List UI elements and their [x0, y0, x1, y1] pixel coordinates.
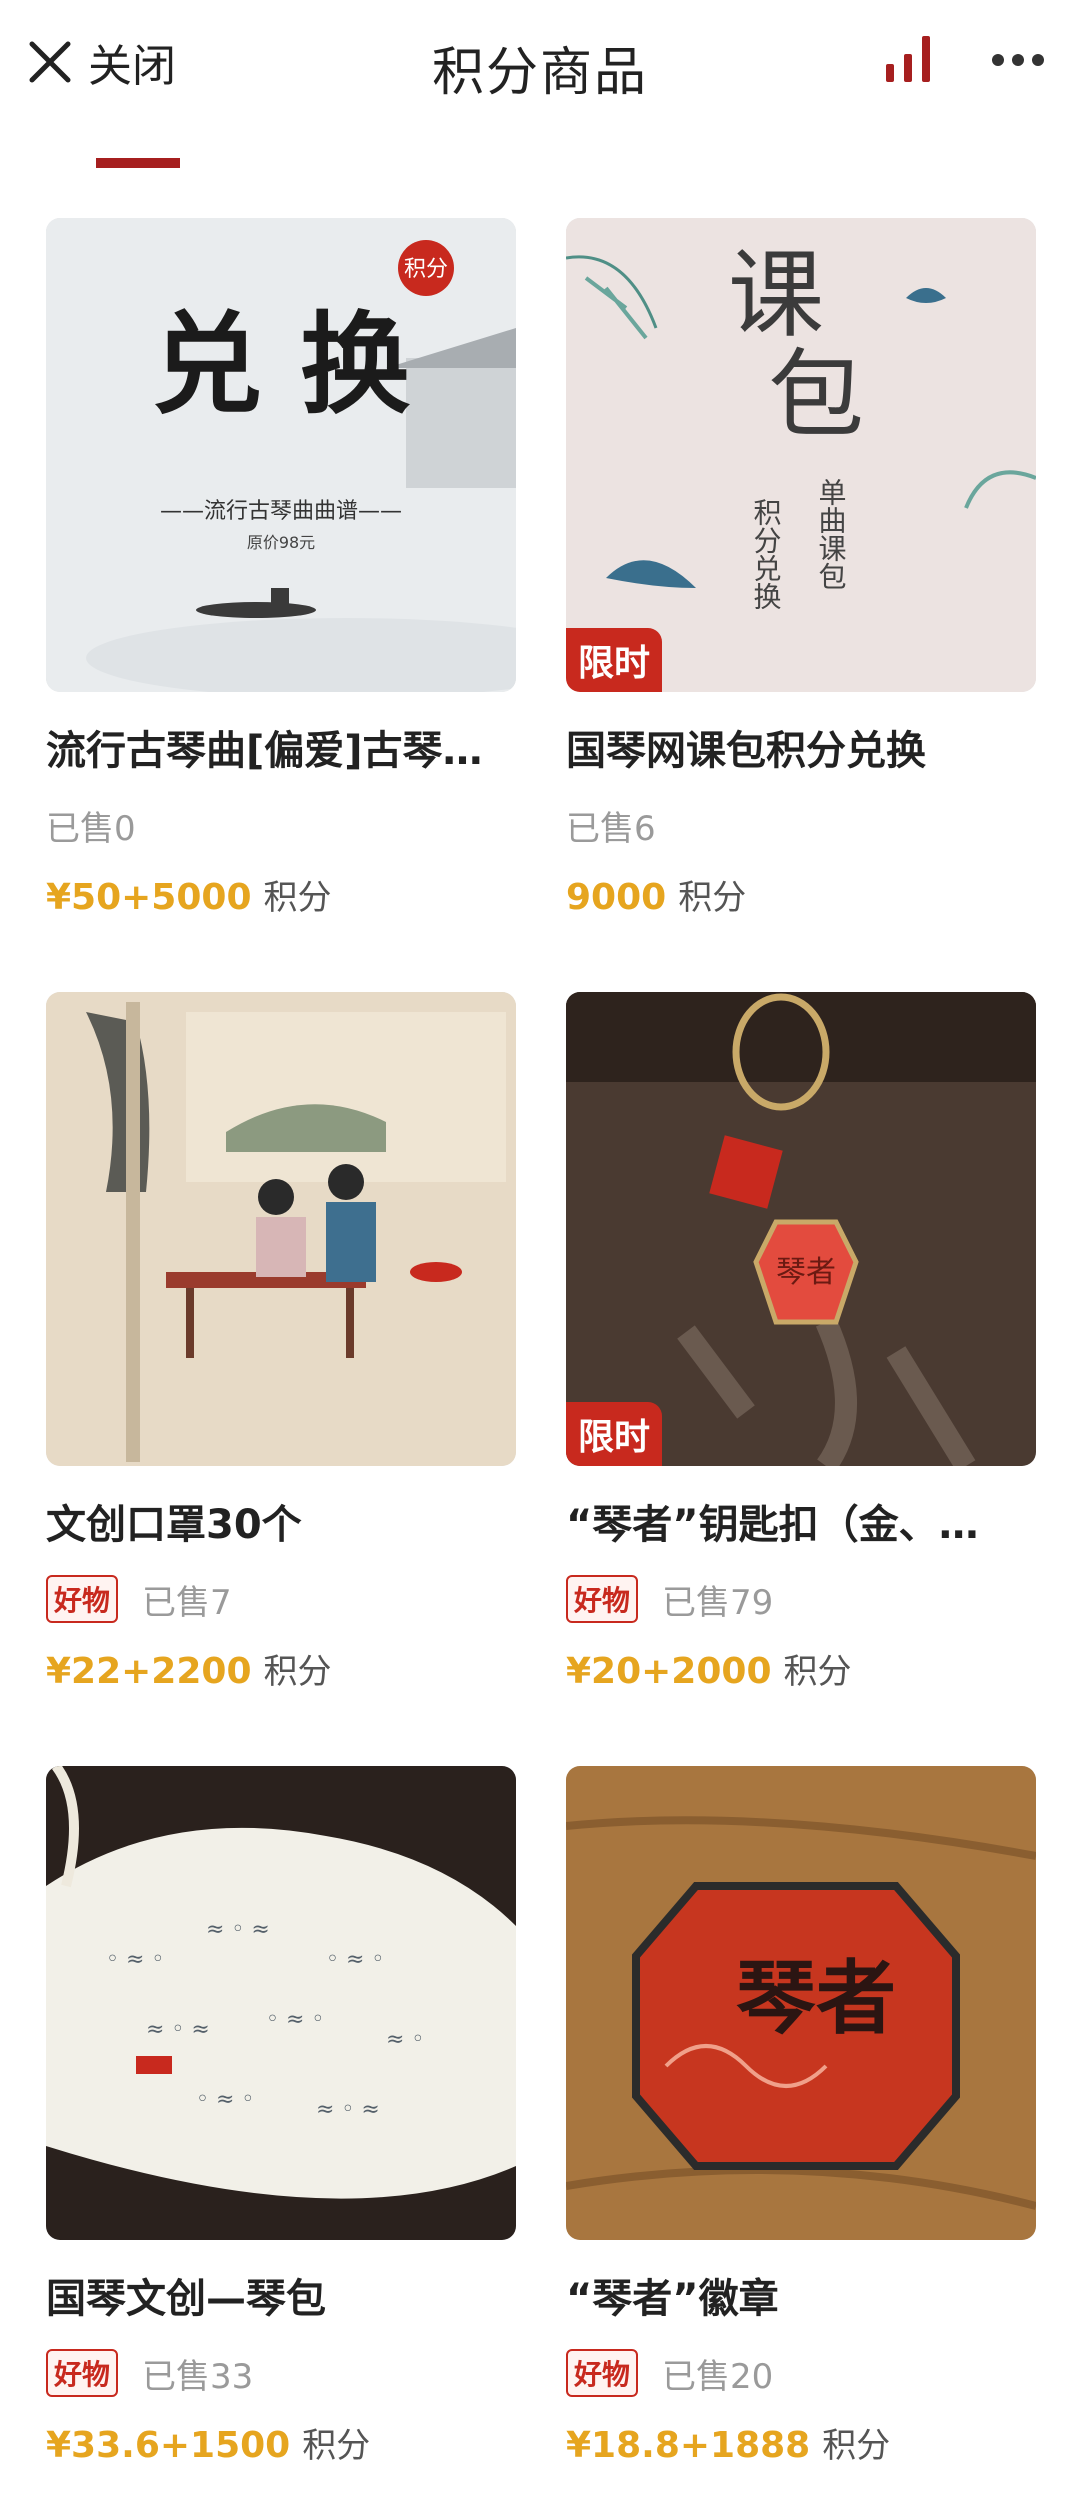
- limited-badge: 限时: [566, 1402, 663, 1466]
- price: ¥18.8+1888: [566, 2425, 811, 2466]
- points-label: 积分: [822, 2426, 891, 2466]
- product-title: 国琴文创—琴包: [46, 2276, 326, 2322]
- product-meta: 好物 已售33: [46, 2348, 253, 2398]
- svg-text:≈ ◦: ≈ ◦: [386, 2027, 424, 2052]
- points-label: 积分: [783, 1652, 852, 1692]
- sold-count: 已售6: [566, 808, 656, 849]
- svg-text:——流行古琴曲曲谱——: ——流行古琴曲曲谱——: [160, 499, 402, 524]
- svg-text:单曲课包: 单曲课包: [815, 478, 848, 590]
- product-title: 文创口罩30个: [46, 1502, 302, 1548]
- price-row: ¥33.6+1500 积分: [46, 2418, 370, 2467]
- svg-text:≈ ◦ ≈: ≈ ◦ ≈: [206, 1917, 270, 1942]
- svg-text:包: 包: [768, 339, 864, 451]
- more-icon[interactable]: [990, 52, 1046, 68]
- sold-count: 已售0: [46, 808, 136, 849]
- product-title: “琴者”钥匙扣（金、…: [566, 1502, 979, 1548]
- points-label: 积分: [263, 1652, 332, 1692]
- good-badge: 好物: [566, 2349, 639, 2397]
- product-title: 国琴网课包积分兑换: [566, 728, 926, 774]
- product-image: 课 包 积分兑换 单曲课包 限时: [566, 218, 1036, 692]
- sold-count: 已售33: [142, 2356, 254, 2397]
- sold-count: 已售20: [662, 2356, 774, 2397]
- points-label: 积分: [302, 2426, 371, 2466]
- limited-badge: 限时: [566, 628, 663, 692]
- price: ¥50+5000: [46, 877, 252, 918]
- good-badge: 好物: [566, 1575, 639, 1623]
- price-row: ¥20+2000 积分: [566, 1644, 852, 1693]
- product-meta: 已售6: [566, 800, 656, 850]
- svg-text:课: 课: [728, 239, 824, 351]
- product-meta: 好物 已售20: [566, 2348, 773, 2398]
- price: ¥22+2200: [46, 1651, 252, 1692]
- price-row: ¥50+5000 积分: [46, 870, 332, 919]
- price: ¥20+2000: [566, 1651, 772, 1692]
- product-image: [46, 992, 516, 1466]
- price-row: ¥18.8+1888 积分: [566, 2418, 890, 2467]
- svg-text:◦ ≈ ◦: ◦ ≈ ◦: [266, 2007, 324, 2032]
- product-image: ◦ ≈ ◦ ≈ ◦ ≈ ◦ ≈ ◦ ≈ ◦ ≈ ◦ ≈ ◦ ≈ ◦ ◦ ≈ ◦ …: [46, 1766, 516, 2240]
- sold-count: 已售7: [142, 1582, 232, 1623]
- product-image: 琴者 限时: [566, 992, 1036, 1466]
- svg-text:积分兑换: 积分兑换: [750, 498, 783, 610]
- top-bar: 关闭 积分商品: [0, 0, 1080, 130]
- price-row: ¥22+2200 积分: [46, 1644, 332, 1693]
- price: ¥33.6+1500: [46, 2425, 291, 2466]
- product-meta: 已售0: [46, 800, 136, 850]
- image-seal-text: 积分: [404, 257, 448, 282]
- product-title: “琴者”徽章: [566, 2276, 779, 2322]
- price: 9000: [566, 877, 667, 918]
- good-badge: 好物: [46, 2349, 119, 2397]
- product-title: 流行古琴曲[偏爱]古琴…: [46, 728, 483, 774]
- good-badge: 好物: [46, 1575, 119, 1623]
- svg-text:琴者: 琴者: [736, 1951, 896, 2045]
- svg-text:≈ ◦ ≈: ≈ ◦ ≈: [316, 2097, 380, 2122]
- svg-text:≈ ◦ ≈: ≈ ◦ ≈: [146, 2017, 210, 2042]
- points-label: 积分: [263, 878, 332, 918]
- tab-indicator: [96, 158, 180, 168]
- stats-icon[interactable]: [884, 34, 934, 84]
- product-meta: 好物 已售7: [46, 1574, 232, 1624]
- points-label: 积分: [678, 878, 747, 918]
- product-image: 琴者: [566, 1766, 1036, 2240]
- svg-text:◦ ≈ ◦: ◦ ≈ ◦: [326, 1947, 384, 1972]
- svg-text:原价98元: 原价98元: [247, 533, 315, 552]
- sold-count: 已售79: [662, 1582, 774, 1623]
- svg-text:◦ ≈ ◦: ◦ ≈ ◦: [106, 1947, 164, 1972]
- product-meta: 好物 已售79: [566, 1574, 773, 1624]
- price-row: 9000 积分: [566, 870, 746, 919]
- svg-text:琴者: 琴者: [776, 1255, 836, 1290]
- product-image: 积分 兑 换 ——流行古琴曲曲谱—— 原价98元: [46, 218, 516, 692]
- svg-text:◦ ≈ ◦: ◦ ≈ ◦: [196, 2087, 254, 2112]
- svg-text:兑 换: 兑 换: [152, 300, 410, 429]
